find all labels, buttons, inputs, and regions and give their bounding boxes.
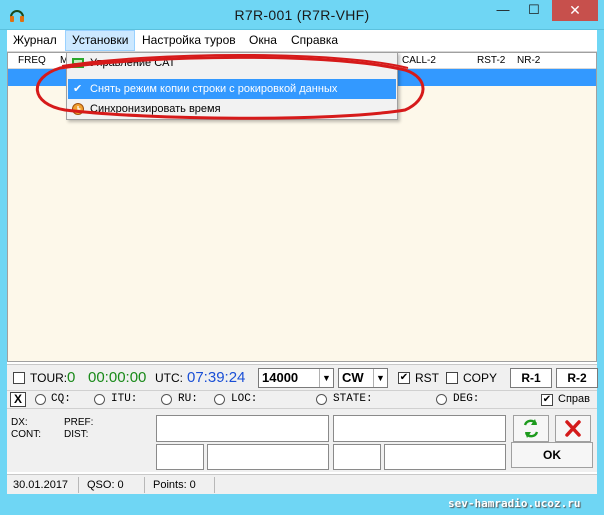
frequency-select[interactable]: 14000 ▼ <box>258 368 334 388</box>
menu-cat-control[interactable]: Управление CAT <box>68 53 396 73</box>
dist-label: DIST: <box>64 429 89 440</box>
elapsed-timer: 00:00:00 <box>88 369 147 386</box>
col-rst-2[interactable]: RST-2 <box>477 55 505 66</box>
col-call-2[interactable]: CALL-2 <box>402 55 436 66</box>
mode-select[interactable]: CW ▼ <box>338 368 388 388</box>
utc-clock: 07:39:24 <box>187 369 246 386</box>
filter-toolbar: X CQ: ITU: RU: LOC: STATE: DEG: ✔ Справ <box>7 390 597 408</box>
dx-label: DX: <box>11 417 28 428</box>
status-bar: 30.01.2017 QSO: 0 Points: 0 <box>7 474 597 494</box>
status-empty-panel <box>219 477 591 493</box>
col-freq[interactable]: FREQ <box>18 55 46 66</box>
nr-sent-input[interactable] <box>207 444 329 470</box>
col-nr-2[interactable]: NR-2 <box>517 55 540 66</box>
maximize-button[interactable]: ☐ <box>519 0 549 21</box>
disable-copy-mode-label: Снять режим копии строки с рокировкой да… <box>90 83 338 95</box>
tour-label: TOUR: <box>30 371 68 385</box>
state-label: STATE: <box>333 393 373 405</box>
red-x-icon <box>565 420 581 437</box>
title-bar: R7R-001 (R7R-VHF) — ☐ ✕ <box>0 0 604 30</box>
tour-checkbox[interactable] <box>13 372 25 384</box>
rst-checkbox[interactable]: ✔ <box>398 372 410 384</box>
status-date: 30.01.2017 <box>9 477 79 493</box>
settings-dropdown: Управление CAT ✔ Снять режим копии строк… <box>66 52 398 120</box>
menu-disable-copy-mode[interactable]: ✔ Снять режим копии строки с рокировкой … <box>68 79 396 99</box>
loc-label: LOC: <box>231 393 258 405</box>
sync-time-label: Синхронизировать время <box>90 103 221 115</box>
cont-label: CONT: <box>11 429 41 440</box>
checkmark-icon: ✔ <box>73 83 83 95</box>
status-qso-count: QSO: 0 <box>83 477 145 493</box>
menu-help[interactable]: Справка <box>285 30 344 51</box>
nr-rcvd-input[interactable] <box>384 444 506 470</box>
menu-settings[interactable]: Установки <box>65 30 136 51</box>
close-button[interactable]: ✕ <box>552 0 598 21</box>
call-input[interactable] <box>156 415 329 442</box>
cat-control-icon <box>72 58 84 68</box>
frequency-value: 14000 <box>262 370 299 385</box>
main-toolbar: TOUR: 0 00:00:00 UTC: 07:39:24 14000 ▼ C… <box>7 364 598 390</box>
info-panel: DX: CONT: PREF: DIST: <box>7 408 597 472</box>
rst-sent-input[interactable] <box>156 444 204 470</box>
deg-label: DEG: <box>453 393 480 405</box>
pref-label: PREF: <box>64 417 94 428</box>
menu-bar: Журнал Установки Настройка туров Окна Сп… <box>7 30 597 52</box>
r1-button[interactable]: R-1 <box>510 368 552 388</box>
menu-tour-setup[interactable]: Настройка туров <box>136 30 242 51</box>
r2-button[interactable]: R-2 <box>556 368 598 388</box>
itu-label: ITU: <box>111 393 138 405</box>
ok-button[interactable]: OK <box>511 442 593 468</box>
rst-label: RST <box>415 371 439 385</box>
menu-windows[interactable]: Окна <box>243 30 283 51</box>
help-checkbox[interactable]: ✔ <box>541 394 553 406</box>
menu-sync-time[interactable]: Синхронизировать время <box>68 99 396 119</box>
clear-button[interactable]: X <box>10 392 26 407</box>
status-points: Points: 0 <box>149 477 215 493</box>
clock-icon <box>72 103 84 115</box>
rst-rcvd-input[interactable] <box>333 444 381 470</box>
radio-loc[interactable] <box>214 394 225 405</box>
radio-itu[interactable] <box>94 394 105 405</box>
utc-label: UTC: <box>155 371 183 385</box>
help-label: Справ <box>558 393 590 405</box>
ru-label: RU: <box>178 393 198 405</box>
tour-value: 0 <box>67 369 76 386</box>
minimize-button[interactable]: — <box>488 0 518 21</box>
chevron-down-icon[interactable]: ▼ <box>373 369 387 387</box>
menu-journal[interactable]: Журнал <box>7 30 63 51</box>
radio-ru[interactable] <box>161 394 172 405</box>
radio-cq[interactable] <box>35 394 46 405</box>
cat-control-label: Управление CAT <box>90 57 176 69</box>
watermark-text: sev-hamradio.ucoz.ru <box>448 497 581 510</box>
refresh-button[interactable] <box>513 415 549 442</box>
mode-value: CW <box>342 370 364 385</box>
cq-label: CQ: <box>51 393 71 405</box>
copy-label: COPY <box>463 371 498 385</box>
window-border-right <box>597 30 604 500</box>
refresh-arrows-icon <box>523 419 539 438</box>
radio-state[interactable] <box>316 394 327 405</box>
radio-deg[interactable] <box>436 394 447 405</box>
chevron-down-icon[interactable]: ▼ <box>319 369 333 387</box>
window-border-left <box>0 30 7 500</box>
copy-checkbox[interactable] <box>446 372 458 384</box>
delete-button[interactable] <box>555 415 591 442</box>
exchange-input[interactable] <box>333 415 506 442</box>
